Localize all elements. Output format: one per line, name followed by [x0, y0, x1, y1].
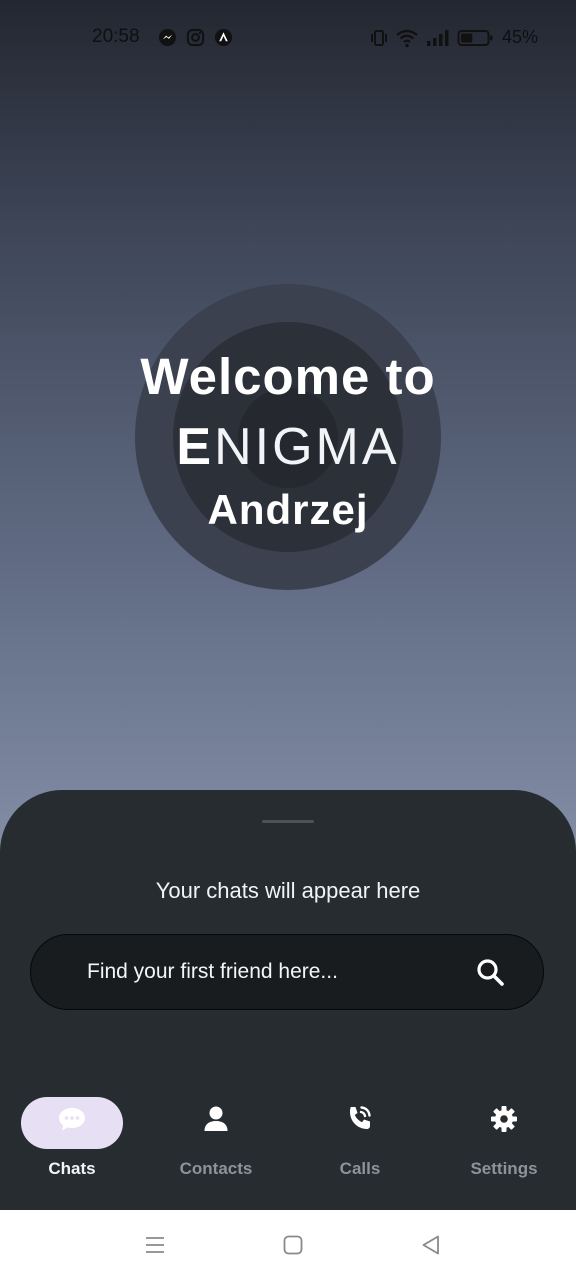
nav-item-contacts[interactable]: Contacts: [144, 1085, 288, 1195]
search-icon[interactable]: [475, 957, 505, 987]
nav-label-contacts: Contacts: [179, 1159, 253, 1178]
battery-percent: 45%: [501, 27, 538, 47]
nav-label-calls: Calls: [339, 1159, 381, 1178]
signal-icon: [426, 29, 449, 46]
friend-search-input[interactable]: [87, 935, 447, 1009]
friend-search-bar[interactable]: [30, 934, 544, 1010]
app-brand-name: ENIGMA: [0, 417, 576, 477]
instagram-icon: [186, 28, 205, 47]
sheet-drag-handle[interactable]: [262, 820, 314, 823]
back-icon[interactable]: [419, 1233, 443, 1257]
app-icon: [214, 28, 233, 47]
app-screen: 20:58 45% Welcome to ENIGMA Andrzej Your…: [0, 0, 576, 1280]
bottom-navigation: Chats Contacts Calls Settings: [0, 1085, 576, 1210]
chat-bubble-icon: [59, 1108, 85, 1131]
system-status-icons: 45%: [370, 27, 538, 48]
vibrate-icon: [370, 29, 387, 46]
home-icon[interactable]: [281, 1233, 305, 1257]
system-navigation-bar: [0, 1210, 576, 1280]
welcome-title: Welcome to: [140, 348, 436, 405]
brand-initial: E: [176, 418, 215, 476]
status-time: 20:58: [92, 26, 140, 47]
nav-item-chats[interactable]: Chats: [0, 1085, 144, 1195]
battery-icon: [457, 29, 493, 46]
nav-item-settings[interactable]: Settings: [432, 1085, 576, 1195]
user-name: Andrzej: [207, 486, 369, 533]
brand-rest: NIGMA: [214, 418, 400, 476]
nav-item-calls[interactable]: Calls: [288, 1085, 432, 1195]
wifi-icon: [396, 29, 418, 47]
phone-call-icon: [350, 1106, 371, 1129]
status-bar: 20:58 45%: [0, 0, 576, 76]
notification-icons: [158, 28, 233, 47]
empty-chats-message: Your chats will appear here: [155, 878, 421, 903]
messenger-icon: [158, 28, 177, 47]
gear-icon: [491, 1106, 517, 1132]
nav-label-settings: Settings: [470, 1159, 538, 1178]
person-icon: [204, 1106, 228, 1131]
nav-label-chats: Chats: [48, 1159, 96, 1178]
menu-icon[interactable]: [143, 1233, 167, 1257]
